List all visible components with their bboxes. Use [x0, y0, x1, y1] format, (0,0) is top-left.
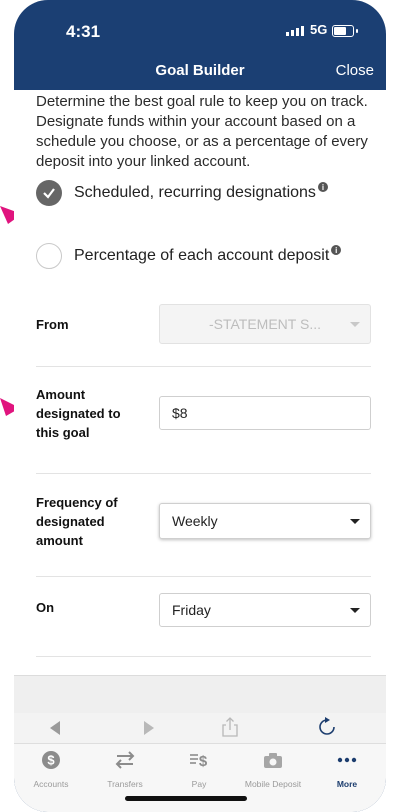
- goal-builder-content: Determine the best goal rule to keep you…: [14, 90, 386, 675]
- tab-label: More: [336, 779, 358, 789]
- camera-icon: [264, 753, 282, 768]
- chevron-down-icon: [350, 322, 360, 327]
- share-icon[interactable]: [221, 716, 239, 738]
- info-icon[interactable]: i: [317, 182, 328, 192]
- divider: [36, 656, 371, 657]
- option-label: Scheduled, recurring designations i: [74, 182, 328, 202]
- browser-toolbar: [14, 713, 386, 743]
- from-label: From: [36, 317, 69, 332]
- pay-icon: $: [190, 753, 208, 770]
- divider: [36, 473, 371, 474]
- amount-label: Amount designated to this goal: [36, 387, 121, 440]
- divider: [36, 366, 371, 367]
- option-scheduled[interactable]: Scheduled, recurring designations i: [36, 180, 328, 206]
- tab-pay[interactable]: $ Pay: [162, 750, 236, 789]
- from-value: -STATEMENT S...: [208, 316, 321, 332]
- day-value: Friday: [172, 602, 211, 618]
- footer-spacer: [14, 675, 386, 714]
- frequency-value: Weekly: [172, 513, 218, 529]
- signal-icon: [286, 26, 304, 36]
- svg-text:$: $: [199, 753, 208, 770]
- close-button[interactable]: Close: [336, 62, 374, 79]
- frequency-label: Frequency of designated amount: [36, 495, 118, 548]
- home-indicator[interactable]: [125, 796, 247, 801]
- back-icon[interactable]: [48, 720, 62, 736]
- tab-label: Mobile Deposit: [244, 779, 302, 789]
- chevron-down-icon: [350, 608, 360, 613]
- tab-label: Pay: [191, 779, 207, 789]
- from-select[interactable]: -STATEMENT S...: [159, 304, 371, 344]
- tab-mobile-deposit[interactable]: Mobile Deposit: [236, 750, 310, 789]
- battery-icon: [332, 25, 358, 37]
- page-title: Goal Builder: [155, 62, 245, 79]
- chevron-down-icon: [350, 519, 360, 524]
- on-label: On: [36, 600, 55, 615]
- tab-bar: $ Accounts Transfers $ Pay Mobile Deposi…: [14, 743, 386, 812]
- intro-text: Determine the best goal rule to keep you…: [36, 93, 368, 170]
- forward-icon[interactable]: [142, 720, 156, 736]
- radio-selected[interactable]: [36, 180, 62, 206]
- tab-label: Accounts: [33, 779, 69, 789]
- network-label: 5G: [310, 22, 328, 37]
- option-label: Percentage of each account deposit i: [74, 245, 342, 265]
- more-dots-icon: [337, 757, 357, 763]
- tab-more[interactable]: More: [310, 750, 384, 789]
- amount-value: $8: [172, 405, 188, 421]
- day-select[interactable]: Friday: [159, 593, 371, 627]
- radio-unselected[interactable]: [36, 243, 62, 269]
- option-percentage[interactable]: Percentage of each account deposit i: [36, 243, 342, 269]
- svg-text:$: $: [47, 753, 55, 768]
- status-bar: 4:31 5G: [14, 0, 386, 52]
- tab-label: Transfers: [107, 779, 143, 789]
- dollar-coin-icon: $: [42, 751, 60, 769]
- tab-transfers[interactable]: Transfers: [88, 750, 162, 789]
- refresh-icon[interactable]: [317, 717, 337, 737]
- divider: [36, 576, 371, 577]
- phone-screen: 4:31 5G Goal Builder Close Determine the…: [0, 0, 401, 812]
- nav-bar: Goal Builder Close: [14, 52, 386, 90]
- frequency-select[interactable]: Weekly: [159, 503, 371, 539]
- app-frame: 4:31 5G Goal Builder Close Determine the…: [14, 0, 386, 812]
- info-icon[interactable]: i: [331, 245, 342, 255]
- amount-input[interactable]: $8: [159, 396, 371, 430]
- checkmark-icon: [43, 188, 55, 199]
- tab-accounts[interactable]: $ Accounts: [14, 750, 88, 789]
- transfer-arrows-icon: [115, 751, 135, 769]
- status-time: 4:31: [66, 22, 101, 41]
